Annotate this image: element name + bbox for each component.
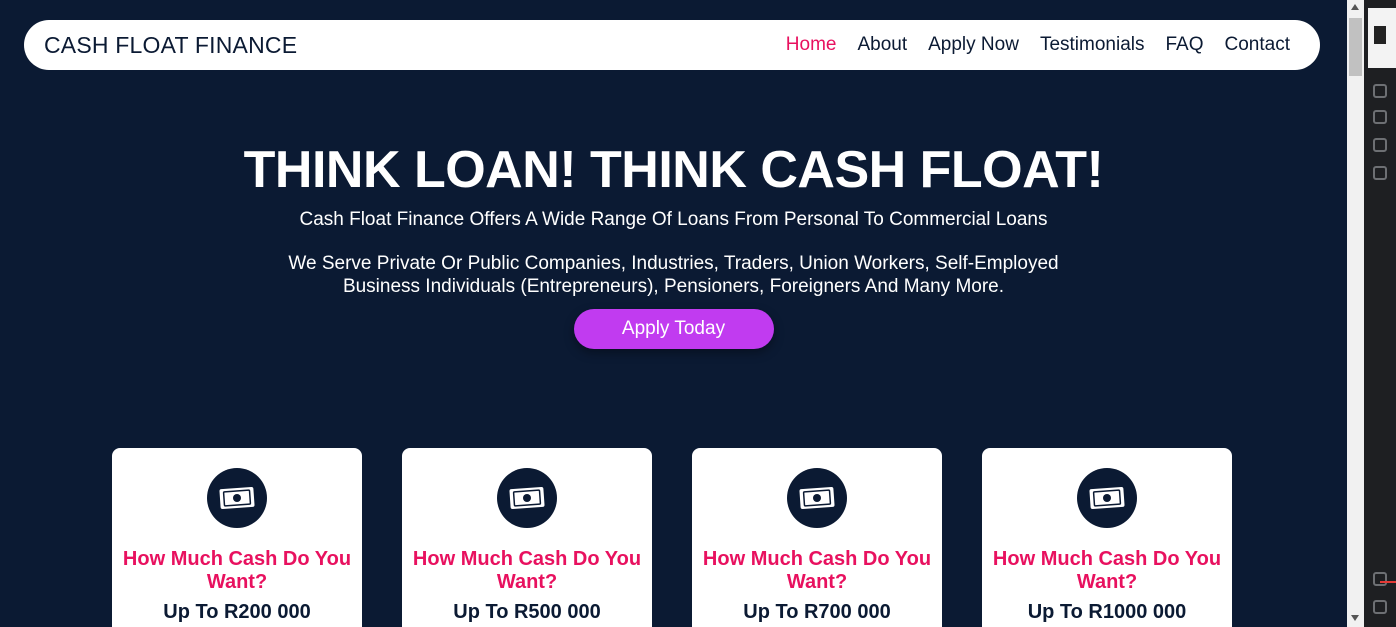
nav-link-home[interactable]: Home	[786, 34, 837, 56]
nav-links: Home About Apply Now Testimonials FAQ Co…	[786, 34, 1290, 56]
extension-icon[interactable]	[1373, 84, 1387, 98]
card-question: How Much Cash Do You Want?	[412, 548, 642, 593]
apply-today-button[interactable]: Apply Today	[573, 309, 774, 349]
loan-card[interactable]: How Much Cash Do You Want? Up To R1000 0…	[982, 448, 1232, 627]
card-amount: Up To R700 000	[743, 601, 891, 623]
account-icon[interactable]	[1373, 572, 1387, 586]
card-amount: Up To R500 000	[453, 601, 601, 623]
card-question: How Much Cash Do You Want?	[702, 548, 932, 593]
scroll-down-arrow-icon[interactable]	[1351, 615, 1359, 621]
hero-subtitle: Cash Float Finance Offers A Wide Range O…	[299, 209, 1048, 230]
run-icon[interactable]	[1373, 138, 1387, 152]
grid-icon[interactable]	[1373, 166, 1387, 180]
nav-link-contact[interactable]: Contact	[1225, 34, 1290, 56]
side-panel	[1364, 0, 1396, 627]
loan-card[interactable]: How Much Cash Do You Want? Up To R500 00…	[402, 448, 652, 627]
loan-card[interactable]: How Much Cash Do You Want? Up To R200 00…	[112, 448, 362, 627]
card-question: How Much Cash Do You Want?	[992, 548, 1222, 593]
hero-description: We Serve Private Or Public Companies, In…	[288, 253, 1059, 297]
money-bill-icon	[497, 468, 557, 528]
scroll-up-arrow-icon[interactable]	[1351, 4, 1359, 10]
nav-link-about[interactable]: About	[857, 34, 907, 56]
loan-card[interactable]: How Much Cash Do You Want? Up To R700 00…	[692, 448, 942, 627]
vertical-scrollbar[interactable]	[1347, 0, 1364, 627]
hero-title: THINK LOAN! THINK CASH FLOAT!	[243, 141, 1104, 199]
gear-icon[interactable]	[1373, 600, 1387, 614]
money-bill-icon	[207, 468, 267, 528]
page-viewport: CASH FLOAT FINANCE Home About Apply Now …	[0, 0, 1347, 627]
scrollbar-thumb[interactable]	[1349, 18, 1362, 76]
navbar: CASH FLOAT FINANCE Home About Apply Now …	[24, 20, 1320, 70]
card-amount: Up To R200 000	[163, 601, 311, 623]
money-bill-icon	[787, 468, 847, 528]
brand-logo[interactable]: CASH FLOAT FINANCE	[44, 32, 297, 59]
hero-section: THINK LOAN! THINK CASH FLOAT! Cash Float…	[0, 140, 1347, 349]
nav-link-testimonials[interactable]: Testimonials	[1040, 34, 1145, 56]
nav-link-apply-now[interactable]: Apply Now	[928, 34, 1019, 56]
nav-link-faq[interactable]: FAQ	[1166, 34, 1204, 56]
card-question: How Much Cash Do You Want?	[122, 548, 352, 593]
search-icon[interactable]	[1373, 110, 1387, 124]
card-amount: Up To R1000 000	[1027, 601, 1187, 623]
status-indicator	[1380, 581, 1396, 583]
money-bill-icon	[1077, 468, 1137, 528]
loan-cards: How Much Cash Do You Want? Up To R200 00…	[112, 448, 1232, 627]
panel-preview	[1368, 8, 1396, 68]
